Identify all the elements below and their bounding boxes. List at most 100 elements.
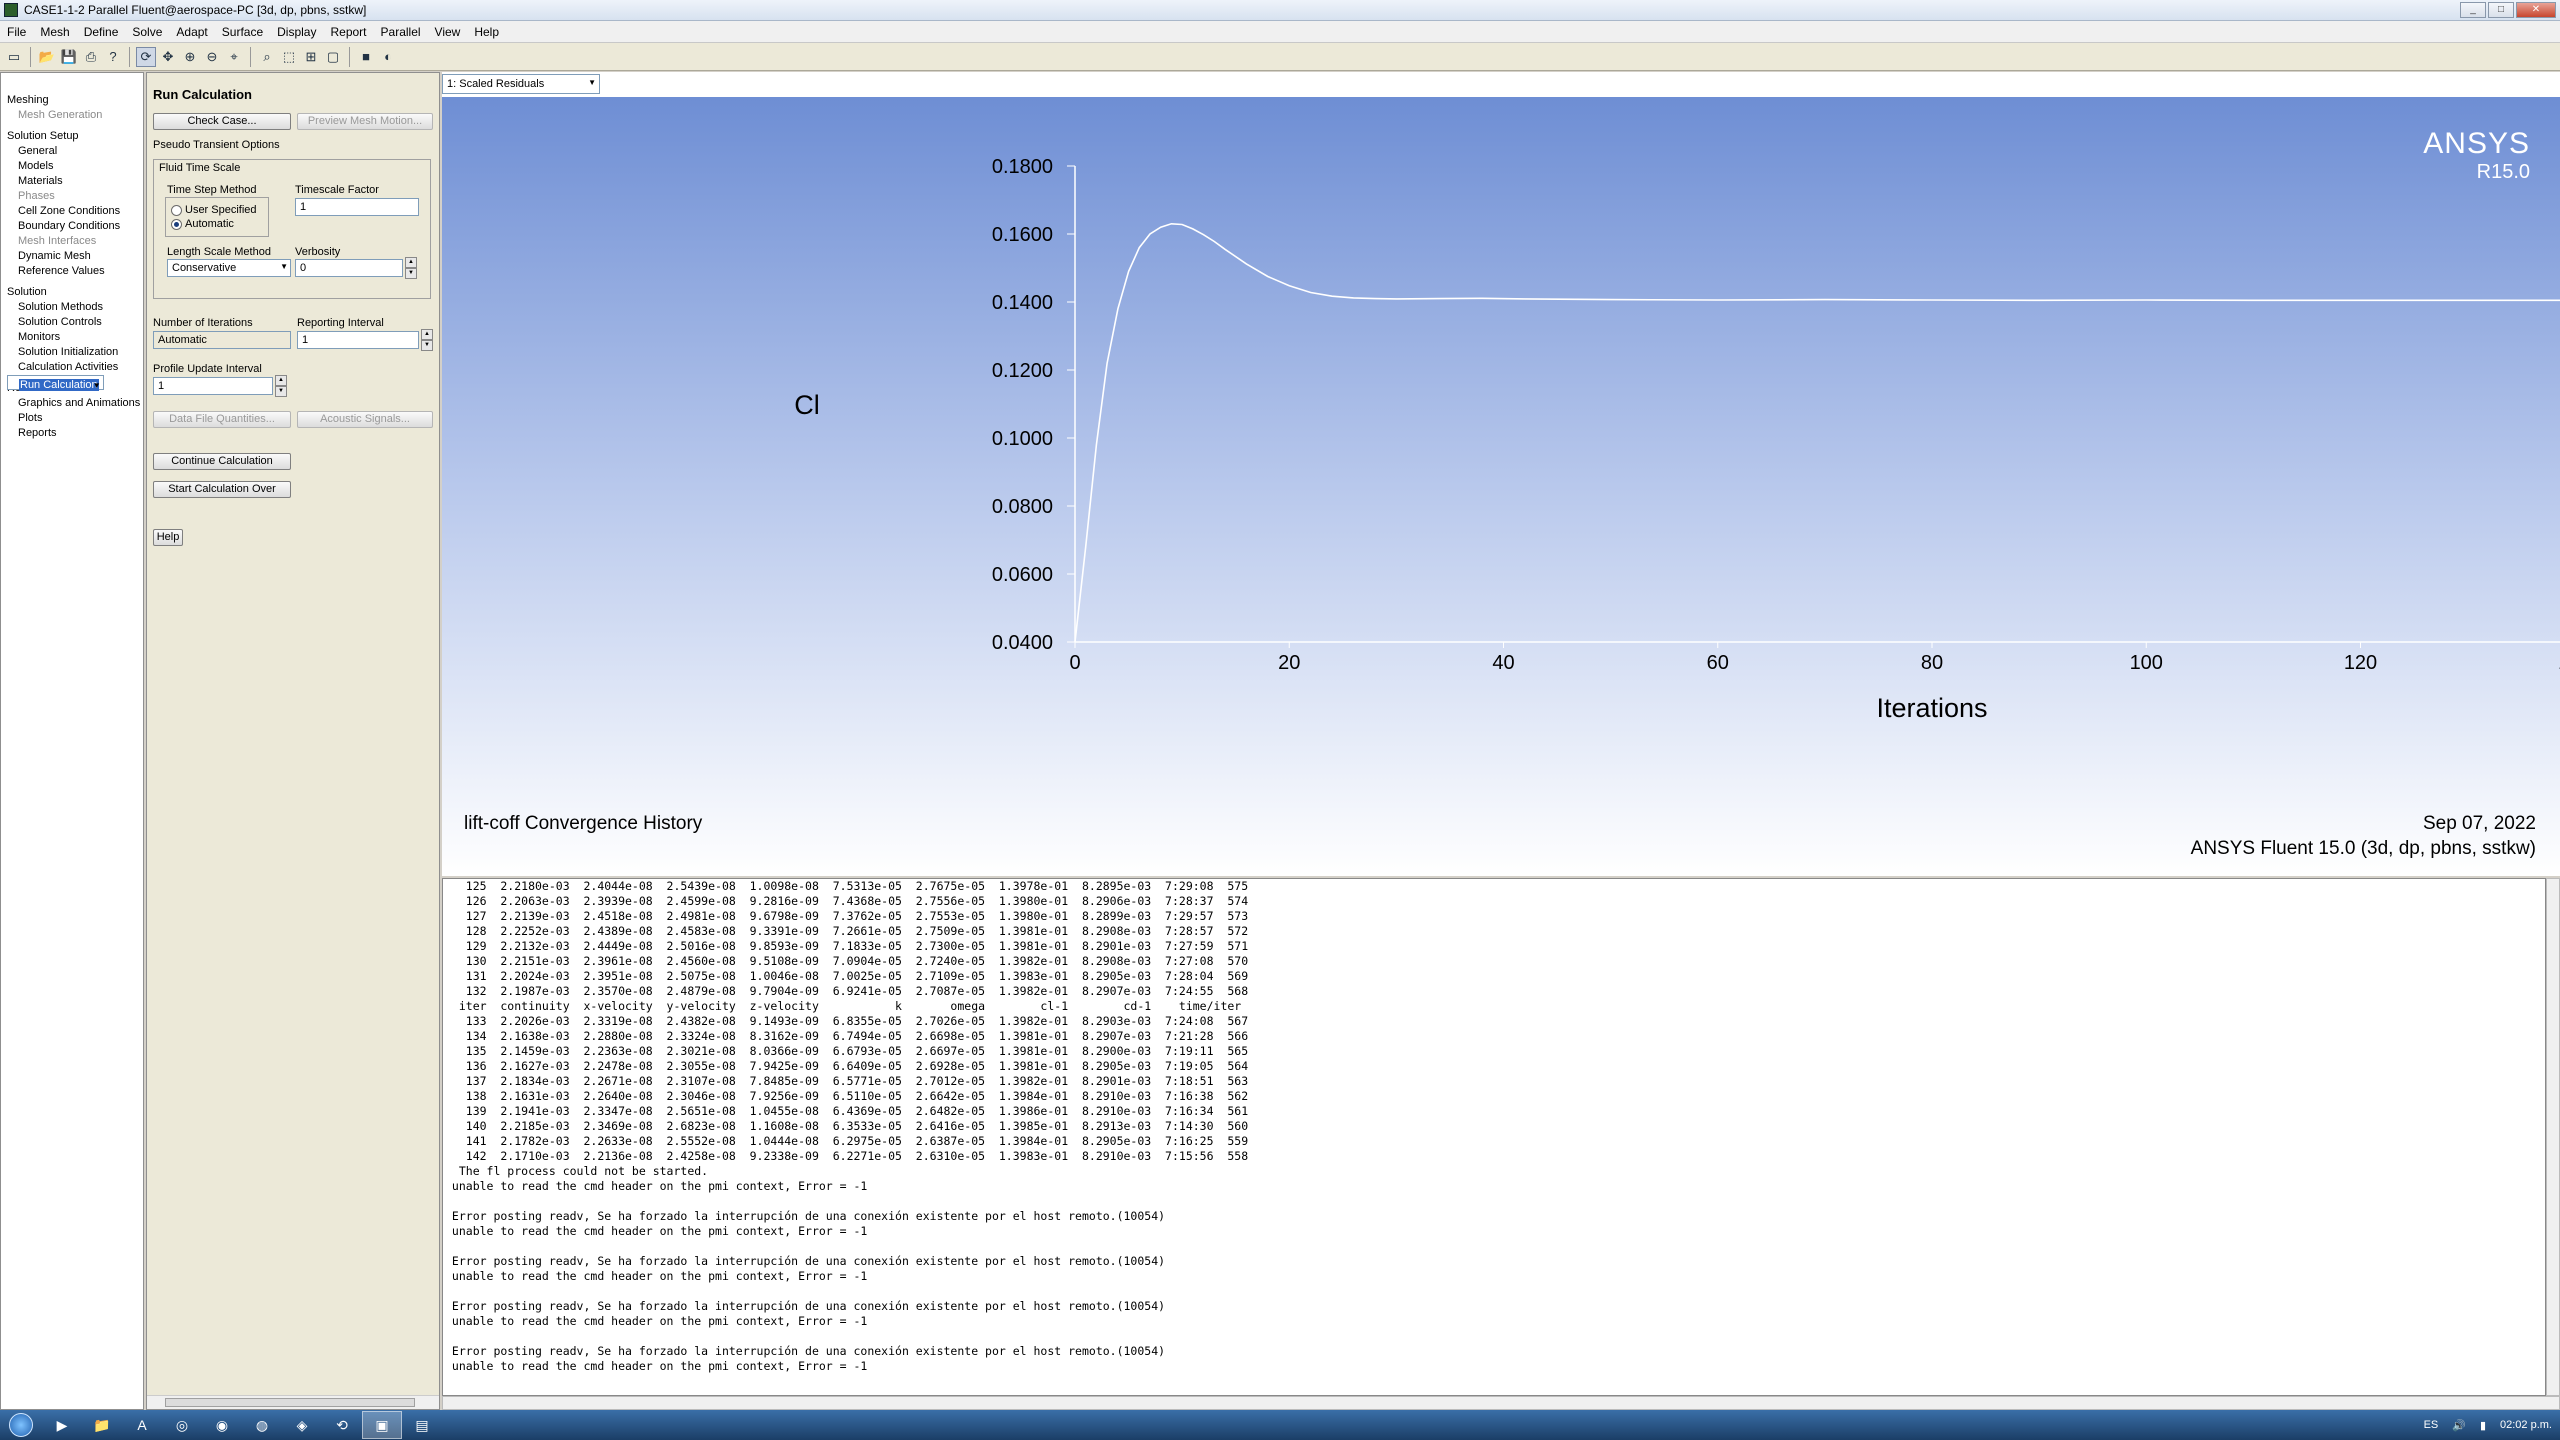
display-options-icon[interactable]: ■ — [356, 47, 376, 67]
help-button[interactable]: Help — [153, 529, 183, 546]
tree-item-run-calculation[interactable]: Run Calculation — [7, 375, 104, 393]
tree-item-graphics-and-animations[interactable]: Graphics and Animations — [7, 396, 143, 411]
chrome-icon[interactable]: ◉ — [202, 1411, 242, 1439]
console-horizontal-scrollbar[interactable] — [442, 1396, 2560, 1410]
menu-adapt[interactable]: Adapt — [169, 25, 214, 39]
timescale-factor-input[interactable]: 1 — [295, 198, 419, 216]
menu-solve[interactable]: Solve — [125, 25, 169, 39]
maximize-button[interactable]: □ — [2488, 2, 2514, 18]
clock[interactable]: 02:02 p.m. — [2500, 1419, 2552, 1431]
number-of-iterations-input[interactable]: Automatic — [153, 331, 291, 349]
firefox-icon[interactable]: ◍ — [242, 1411, 282, 1439]
browser-icon[interactable]: ◎ — [162, 1411, 202, 1439]
save-icon[interactable]: 💾 — [59, 47, 79, 67]
user-specified-radio[interactable]: User Specified — [171, 204, 257, 216]
fluent-taskbar-icon[interactable]: ▣ — [362, 1411, 402, 1439]
menu-display[interactable]: Display — [270, 25, 323, 39]
probe-icon[interactable]: ⌖ — [224, 47, 244, 67]
menu-file[interactable]: File — [0, 25, 33, 39]
tree-item-dynamic-mesh[interactable]: Dynamic Mesh — [7, 249, 143, 264]
profile-update-interval-input[interactable]: 1 — [153, 377, 273, 395]
help-icon[interactable]: ? — [103, 47, 123, 67]
y-tick-label: 0.1200 — [992, 360, 1053, 382]
panel-horizontal-scrollbar[interactable] — [147, 1395, 439, 1409]
minimize-button[interactable]: _ — [2460, 2, 2486, 18]
pan-icon[interactable]: ✥ — [158, 47, 178, 67]
language-indicator[interactable]: ES — [2424, 1419, 2439, 1431]
down-arrow-icon[interactable]: ▼ — [275, 386, 287, 397]
console-output[interactable]: 125 2.2180e-03 2.4044e-08 2.5439e-08 1.0… — [442, 878, 2546, 1396]
console-vertical-scrollbar[interactable] — [2546, 878, 2560, 1396]
tree-item-cell-zone-conditions[interactable]: Cell Zone Conditions — [7, 204, 143, 219]
tree-item-general[interactable]: General — [7, 144, 143, 159]
up-arrow-icon[interactable]: ▲ — [275, 375, 287, 386]
tree-item-boundary-conditions[interactable]: Boundary Conditions — [7, 219, 143, 234]
network-icon[interactable]: ▮ — [2480, 1419, 2486, 1432]
reporting-interval-stepper[interactable]: ▲ ▼ — [421, 329, 433, 351]
layout-icon[interactable]: ▭ — [4, 47, 24, 67]
file-explorer-icon[interactable]: 📁 — [82, 1411, 122, 1439]
views-icon[interactable]: ⊞ — [301, 47, 321, 67]
menu-mesh[interactable]: Mesh — [33, 25, 76, 39]
menu-surface[interactable]: Surface — [215, 25, 270, 39]
profile-update-stepper[interactable]: ▲ ▼ — [275, 375, 287, 397]
tree-item-solution-methods[interactable]: Solution Methods — [7, 300, 143, 315]
tree-item-calculation-activities[interactable]: Calculation Activities — [7, 360, 143, 375]
menu-define[interactable]: Define — [77, 25, 126, 39]
menu-help[interactable]: Help — [467, 25, 506, 39]
zoom-in-icon[interactable]: ⊕ — [180, 47, 200, 67]
acrobat-icon[interactable]: A — [122, 1411, 162, 1439]
data-file-quantities-button[interactable]: Data File Quantities... — [153, 411, 291, 428]
console-taskbar-icon[interactable]: ▤ — [402, 1411, 442, 1439]
app-icon[interactable]: ◈ — [282, 1411, 322, 1439]
tree-section-solution-setup[interactable]: Solution Setup — [7, 129, 143, 144]
preview-mesh-motion-button[interactable]: Preview Mesh Motion... — [297, 113, 433, 130]
window-layout-icon[interactable]: ▢ — [323, 47, 343, 67]
open-folder-icon[interactable]: 📂 — [37, 47, 57, 67]
tree-item-solution-initialization[interactable]: Solution Initialization — [7, 345, 143, 360]
x-tick-label: 20 — [1278, 652, 1300, 674]
verbosity-input[interactable]: 0 — [295, 259, 403, 277]
lights-icon[interactable]: ◐ — [378, 47, 398, 67]
tree-item-plots[interactable]: Plots — [7, 411, 143, 426]
down-arrow-icon[interactable]: ▼ — [421, 340, 433, 351]
volume-icon[interactable]: 🔊 — [2452, 1419, 2466, 1432]
acoustic-signals-button[interactable]: Acoustic Signals... — [297, 411, 433, 428]
rotate-icon[interactable]: ⟳ — [136, 46, 156, 67]
windows-orb-icon — [9, 1413, 33, 1437]
tree-item-materials[interactable]: Materials — [7, 174, 143, 189]
continue-calculation-button[interactable]: Continue Calculation — [153, 453, 291, 470]
tree-item-phases[interactable]: Phases — [7, 189, 143, 204]
tree-item-solution-controls[interactable]: Solution Controls — [7, 315, 143, 330]
zoom-out-icon[interactable]: ⊖ — [202, 47, 222, 67]
down-arrow-icon[interactable]: ▼ — [405, 268, 417, 279]
start-calculation-over-button[interactable]: Start Calculation Over — [153, 481, 291, 498]
tree-item-reports[interactable]: Reports — [7, 426, 143, 441]
tree-item-reference-values[interactable]: Reference Values — [7, 264, 143, 279]
tree-section-meshing[interactable]: Meshing — [7, 93, 143, 108]
tree-item-mesh-generation[interactable]: Mesh Generation — [7, 108, 143, 123]
up-arrow-icon[interactable]: ▲ — [405, 257, 417, 268]
start-button[interactable] — [0, 1410, 42, 1440]
menu-report[interactable]: Report — [323, 25, 373, 39]
network-app-icon[interactable]: ⟲ — [322, 1411, 362, 1439]
reporting-interval-input[interactable]: 1 — [297, 331, 419, 349]
scroll-thumb[interactable] — [165, 1398, 415, 1407]
tree-item-monitors[interactable]: Monitors — [7, 330, 143, 345]
length-scale-method-select[interactable]: Conservative — [167, 259, 291, 277]
media-player-icon[interactable]: ▶ — [42, 1411, 82, 1439]
tree-item-mesh-interfaces[interactable]: Mesh Interfaces — [7, 234, 143, 249]
up-arrow-icon[interactable]: ▲ — [421, 329, 433, 340]
zoom-box-icon[interactable]: ⬚ — [279, 47, 299, 67]
menu-parallel[interactable]: Parallel — [374, 25, 428, 39]
print-icon[interactable]: ⎙ — [81, 47, 101, 67]
verbosity-stepper[interactable]: ▲ ▼ — [405, 257, 417, 279]
menu-view[interactable]: View — [428, 25, 468, 39]
check-case-button[interactable]: Check Case... — [153, 113, 291, 130]
fit-icon[interactable]: ⌕ — [257, 47, 277, 67]
tree-section-solution[interactable]: Solution — [7, 285, 143, 300]
close-button[interactable]: ✕ — [2516, 2, 2556, 18]
automatic-radio[interactable]: Automatic — [171, 218, 234, 230]
display-window-select[interactable]: 1: Scaled Residuals — [442, 74, 600, 94]
tree-item-models[interactable]: Models — [7, 159, 143, 174]
